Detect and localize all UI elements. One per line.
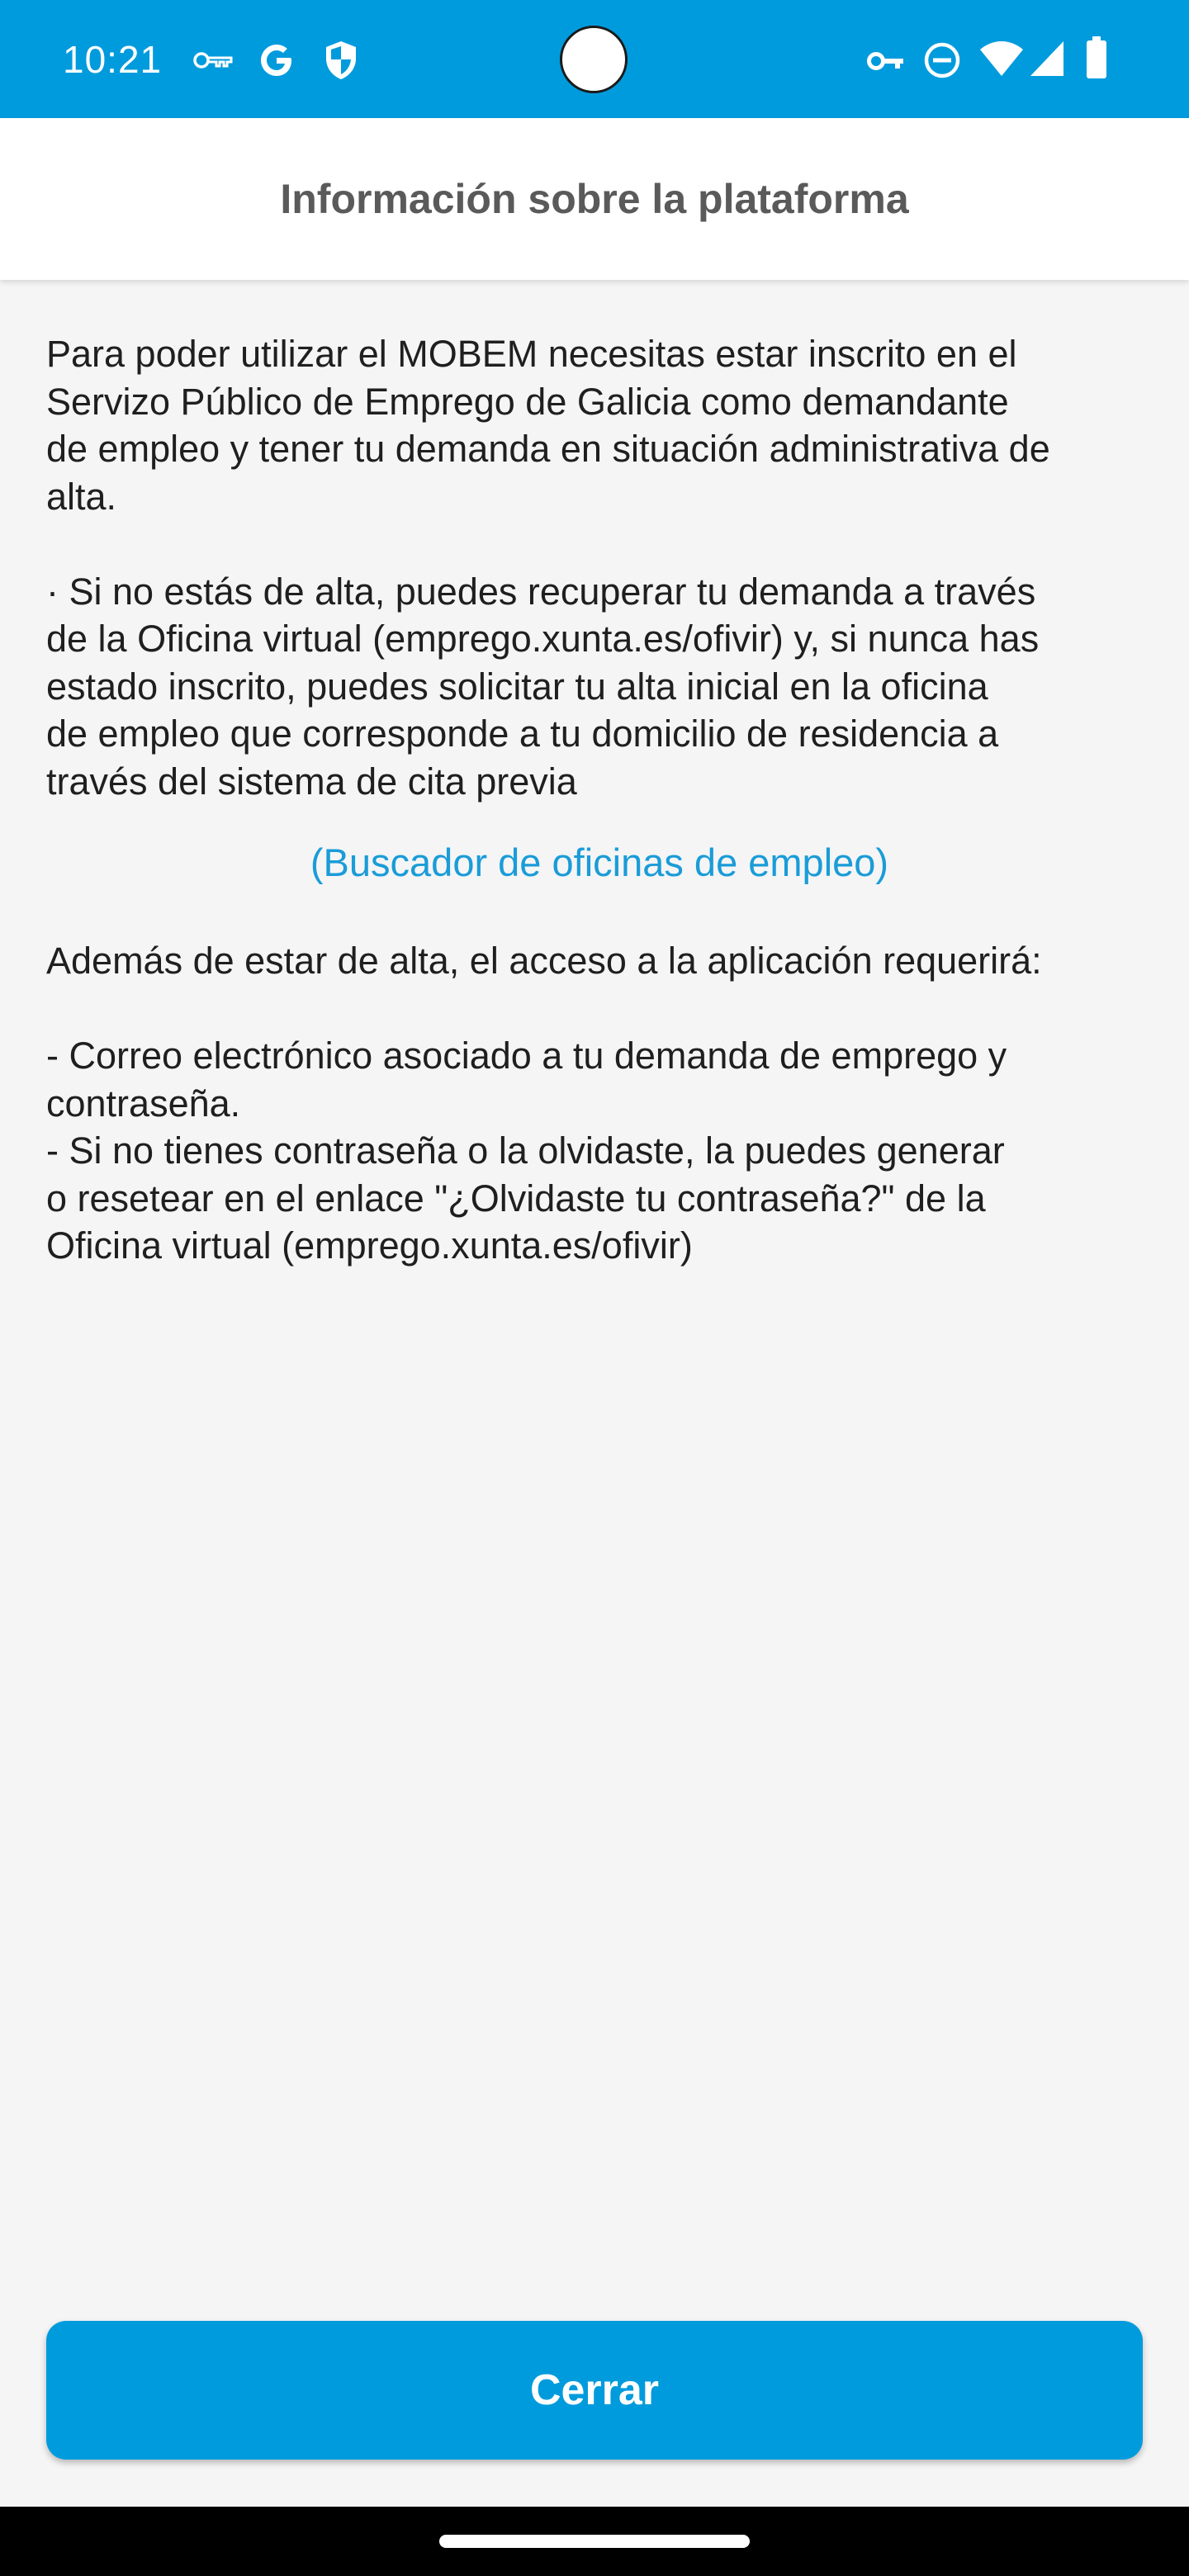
status-bar: 10:21 (0, 0, 1189, 118)
shield-icon (326, 41, 356, 79)
signal-icon (1030, 41, 1063, 76)
status-time: 10:21 (63, 38, 163, 81)
home-gesture-handle[interactable] (439, 2535, 750, 2548)
google-icon (261, 45, 291, 76)
office-search-link[interactable]: (Buscador de oficinas de empleo) (46, 838, 1153, 888)
key-icon (193, 52, 233, 69)
page-title: Información sobre la plataforma (280, 176, 909, 222)
intro-paragraph: Para poder utilizar el MOBEM necesitas e… (46, 333, 1050, 518)
requirement-password: - Si no tienes contraseña o la olvidaste… (46, 1129, 1005, 1267)
wifi-icon (980, 41, 1023, 76)
battery-icon (1087, 36, 1106, 78)
navigation-bar (0, 2507, 1189, 2576)
info-content: Para poder utilizar el MOBEM necesitas e… (46, 330, 1153, 1270)
do-not-disturb-icon (924, 42, 960, 78)
app-bar: Información sobre la plataforma (0, 118, 1189, 280)
close-button[interactable]: Cerrar (46, 2321, 1143, 2460)
camera-cutout (560, 26, 628, 93)
requirement-email: - Correo electrónico asociado a tu deman… (46, 1035, 1007, 1125)
vpn-key-icon (867, 52, 903, 70)
requirements-intro: Además de estar de alta, el acceso a la … (46, 940, 1042, 982)
alta-info-paragraph: · Si no estás de alta, puedes recuperar … (46, 570, 1040, 803)
